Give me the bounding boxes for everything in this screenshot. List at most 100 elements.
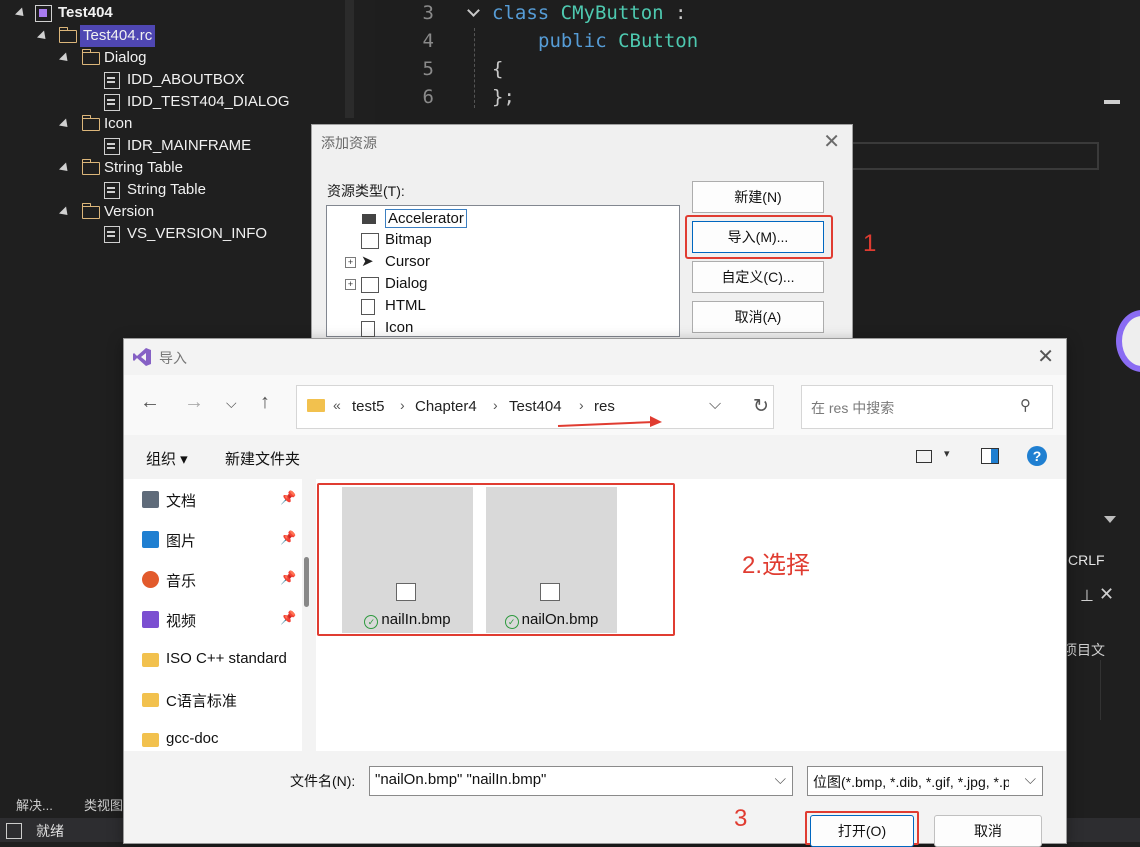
nav-item-music[interactable]: 音乐 📌 [142, 570, 296, 591]
address-bar[interactable]: « test5 › Chapter4 › Test404 › res ⌵ ↻ [296, 385, 774, 429]
breadcrumb-item[interactable]: Test404 [509, 398, 562, 415]
nav-item-folder[interactable]: C语言标准 [142, 690, 237, 711]
pictures-icon [142, 531, 159, 548]
pin-icon[interactable]: ⊥ [1080, 586, 1094, 606]
new-button[interactable]: 新建(N) [692, 181, 824, 213]
breadcrumb-separator-icon: › [579, 397, 584, 413]
organize-label: 组织 [146, 451, 177, 468]
expand-plus-icon[interactable]: + [345, 279, 356, 290]
nav-item-folder[interactable]: gcc-doc [142, 730, 219, 747]
solution-scrollbar[interactable] [345, 0, 354, 118]
open-button[interactable]: 打开(O) [810, 815, 914, 847]
cancel-button[interactable]: 取消 [934, 815, 1042, 847]
scrollbar-thumb[interactable] [1104, 100, 1120, 104]
expand-arrow-icon[interactable] [58, 118, 72, 131]
expand-arrow-icon[interactable] [58, 162, 72, 175]
chevron-down-icon[interactable]: ⌵ [226, 395, 237, 412]
nav-pane-scrollbar[interactable] [304, 557, 309, 607]
tree-folder-string-table[interactable]: String Table [0, 157, 340, 179]
expand-arrow-icon[interactable] [58, 52, 72, 65]
folder-icon [58, 27, 77, 43]
file-type-value: 位图(*.bmp, *.dib, *.gif, *.jpg, *.png) [813, 774, 1009, 790]
tree-project-node[interactable]: Test404 [0, 2, 340, 24]
expand-arrow-icon[interactable] [36, 30, 50, 43]
resource-type-list[interactable]: Accelerator Bitmap + ➤ Cursor + Dialog H… [326, 205, 680, 337]
nav-item-folder[interactable]: ISO C++ standard [142, 650, 287, 667]
resource-type-item[interactable]: + Dialog [345, 275, 428, 293]
organize-button[interactable]: 组织 ▾ [146, 448, 188, 469]
tree-folder-version[interactable]: Version [0, 201, 340, 223]
annotation-step-2: 2.选择 [742, 552, 811, 579]
search-input[interactable]: 在 res 中搜索 ⚲ [801, 385, 1053, 429]
resource-type-item[interactable]: Bitmap [361, 231, 432, 249]
pin-icon[interactable]: 📌 [280, 570, 296, 586]
chevron-down-icon[interactable]: ⌵ [775, 771, 786, 788]
code-line-3: class CMyButton : [492, 2, 687, 24]
back-arrow-icon[interactable]: ← [140, 391, 160, 414]
line-ending-indicator[interactable]: CRLF [1068, 552, 1105, 568]
view-dropdown-icon[interactable]: ▾ [944, 447, 950, 460]
overflow-icon[interactable]: « [333, 397, 341, 413]
document-icon [142, 491, 159, 508]
icon-resource-icon [361, 321, 375, 337]
video-icon [142, 611, 159, 628]
tree-item[interactable]: IDD_TEST404_DIALOG [0, 91, 340, 113]
pin-icon[interactable]: 📌 [280, 610, 296, 626]
breadcrumb-item[interactable]: res [594, 398, 615, 415]
tab-class-view[interactable]: 类视图 [84, 795, 123, 814]
folder-icon [81, 203, 100, 219]
expand-arrow-icon[interactable] [58, 206, 72, 219]
new-folder-button[interactable]: 新建文件夹 [225, 448, 300, 469]
pin-icon[interactable]: 📌 [280, 530, 296, 546]
close-icon[interactable]: ✕ [823, 129, 840, 154]
navigation-pane[interactable]: 文档 📌 图片 📌 音乐 📌 视频 📌 ISO C++ standard C语言… [124, 479, 302, 751]
nav-item-pictures[interactable]: 图片 📌 [142, 530, 296, 551]
file-type-select[interactable]: 位图(*.bmp, *.dib, *.gif, *.jpg, *.png) ⌵ [807, 766, 1043, 796]
resource-type-item[interactable]: HTML [361, 297, 426, 315]
custom-button[interactable]: 自定义(C)... [692, 261, 824, 293]
annotation-step-3: 3 [734, 805, 748, 832]
breadcrumb-item[interactable]: test5 [352, 398, 385, 415]
tree-item[interactable]: VS_VERSION_INFO [0, 223, 340, 245]
nav-item-videos[interactable]: 视频 📌 [142, 610, 296, 631]
tree-item[interactable]: String Table [0, 179, 340, 201]
expand-arrow-icon[interactable] [14, 7, 28, 20]
close-icon[interactable]: ✕ [1037, 344, 1054, 369]
breadcrumb-item[interactable]: Chapter4 [415, 398, 477, 415]
editor-vertical-scrollbar[interactable] [1100, 0, 1124, 530]
resource-type-item[interactable]: Accelerator [362, 209, 467, 228]
expand-plus-icon[interactable]: + [345, 257, 356, 268]
chevron-down-icon[interactable]: ⌵ [1025, 771, 1036, 788]
filename-input[interactable]: "nailOn.bmp" "nailIn.bmp" ⌵ [369, 766, 793, 796]
resource-type-item[interactable]: Icon [361, 319, 413, 337]
dialog-icon [361, 277, 379, 293]
selection-highlight-box [317, 483, 675, 636]
panel-scrollbar[interactable] [1100, 660, 1119, 720]
tree-folder-icon[interactable]: Icon [0, 113, 340, 135]
forward-arrow-icon[interactable]: → [184, 391, 204, 414]
panel-text: 项目文 [1063, 642, 1105, 658]
import-button[interactable]: 导入(M)... [692, 221, 824, 253]
tree-item[interactable]: IDR_MAINFRAME [0, 135, 340, 157]
resource-type-item[interactable]: + ➤ Cursor [345, 253, 430, 270]
nav-item-documents[interactable]: 文档 📌 [142, 490, 296, 511]
close-icon[interactable]: ✕ [1099, 584, 1114, 605]
dialog-title: 导入 [159, 350, 187, 366]
search-icon[interactable]: ⚲ [1020, 396, 1031, 414]
line-number: 4 [422, 30, 434, 52]
pin-icon[interactable]: 📌 [280, 490, 296, 506]
help-icon[interactable]: ? [1027, 446, 1047, 466]
up-arrow-icon[interactable]: ↑ [260, 391, 270, 414]
class-name: CMyButton [560, 2, 664, 24]
collapse-chevron-icon[interactable] [467, 4, 480, 17]
preview-pane-icon[interactable] [981, 448, 999, 464]
tab-solution-explorer[interactable]: 解决... [16, 795, 53, 814]
view-icon[interactable] [916, 450, 932, 463]
tree-folder-dialog[interactable]: Dialog [0, 47, 340, 69]
tree-item[interactable]: IDD_ABOUTBOX [0, 69, 340, 91]
chevron-down-icon[interactable]: ⌵ [709, 396, 721, 414]
refresh-icon[interactable]: ↻ [753, 395, 769, 418]
scroll-down-arrow-icon[interactable] [1104, 516, 1116, 523]
cancel-button[interactable]: 取消(A) [692, 301, 824, 333]
tree-rc-node[interactable]: Test404.rc [0, 25, 340, 47]
